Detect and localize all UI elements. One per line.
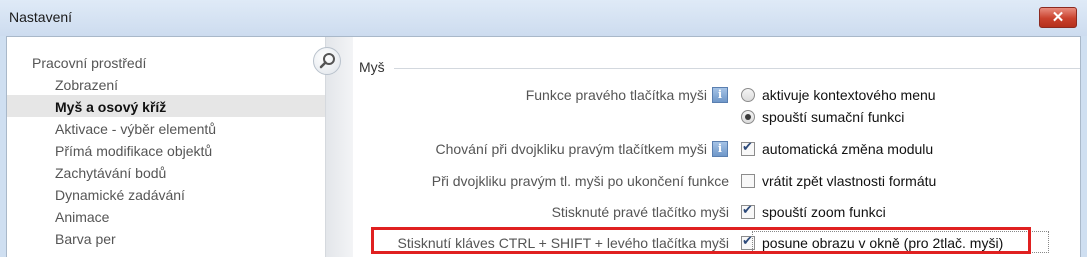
section-divider xyxy=(394,68,1080,69)
sidebar-item-zobrazeni[interactable]: Zobrazení xyxy=(55,77,118,93)
sidebar-item-dynamicke-zadavani[interactable]: Dynamické zadávání xyxy=(55,187,185,203)
sidebar-item-prima-modifikace[interactable]: Přímá modifikace objektů xyxy=(55,143,212,159)
close-button[interactable]: ✕ xyxy=(1039,7,1077,28)
sidebar-item-mys-a-osovy-kriz[interactable]: Myš a osový kříž xyxy=(55,99,166,115)
sidebar-item-barva-per[interactable]: Barva per xyxy=(55,231,116,247)
highlight-box xyxy=(371,227,1031,254)
radio-context-menu-label[interactable]: aktivuje kontextového menu xyxy=(762,87,936,103)
settings-content: Myš Funkce pravého tlačítka myši i aktiv… xyxy=(352,37,1080,257)
radio-sum-function[interactable] xyxy=(741,110,755,124)
checkbox-revert-format[interactable] xyxy=(741,174,755,188)
radio-context-menu[interactable] xyxy=(741,88,755,102)
sidebar-item-aktivace[interactable]: Aktivace - výběr elementů xyxy=(55,121,216,137)
checkbox-zoom-function[interactable] xyxy=(741,203,755,219)
title-bar: Nastavení ✕ xyxy=(0,0,1087,36)
sidebar-item-animace[interactable]: Animace xyxy=(55,209,109,225)
setting-label-double-click: Chování při dvojkliku pravým tlačítkem m… xyxy=(435,141,707,157)
close-icon: ✕ xyxy=(1051,9,1065,26)
checkbox-zoom-function-label[interactable]: spouští zoom funkci xyxy=(762,204,886,220)
setting-label-double-click-after-function: Při dvojkliku pravým tl. myši po ukončen… xyxy=(431,173,729,189)
checkbox-auto-module-change[interactable] xyxy=(741,140,755,156)
sidebar-item-zachytavani-bodu[interactable]: Zachytávání bodů xyxy=(55,165,166,181)
search-button[interactable] xyxy=(313,47,341,75)
section-title: Myš xyxy=(359,59,385,75)
info-icon[interactable]: i xyxy=(712,141,728,157)
checkbox-revert-format-label[interactable]: vrátit zpět vlastnosti formátu xyxy=(762,173,936,189)
info-icon[interactable]: i xyxy=(712,87,728,103)
sidebar: Pracovní prostředí Zobrazení Myš a osový… xyxy=(7,37,325,257)
checkbox-auto-module-change-label[interactable]: automatická změna modulu xyxy=(762,141,933,157)
setting-label-right-button-pressed: Stisknuté pravé tlačítko myši xyxy=(551,204,729,220)
radio-sum-function-label[interactable]: spouští sumační funkci xyxy=(762,109,904,125)
sidebar-item-pracovni-prostredi[interactable]: Pracovní prostředí xyxy=(32,55,146,71)
search-icon xyxy=(319,53,335,69)
setting-label-right-button-function: Funkce pravého tlačítka myši xyxy=(525,87,707,103)
settings-window: Pracovní prostředí Zobrazení Myš a osový… xyxy=(6,36,1081,257)
window-title: Nastavení xyxy=(9,9,73,25)
